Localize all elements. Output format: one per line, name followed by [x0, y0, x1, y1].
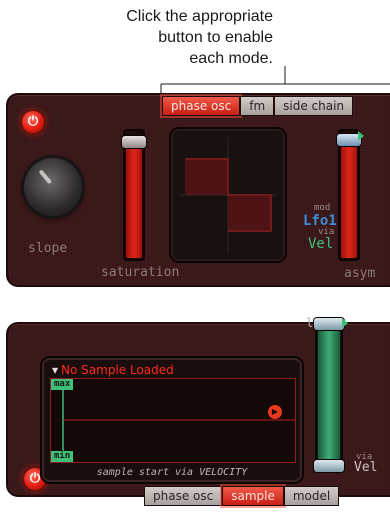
mode-tabs: phase osc sample model — [144, 486, 340, 506]
layer-bottom-handle[interactable] — [314, 460, 344, 472]
saturation-handle[interactable] — [122, 136, 146, 148]
asym-fill — [341, 140, 357, 258]
max-marker[interactable]: max — [51, 379, 74, 390]
sample-start-caption: sample start via VELOCITY — [96, 467, 248, 478]
instruction-caption: Click the appropriate button to enable e… — [33, 6, 273, 69]
via-source[interactable]: Vel — [308, 236, 333, 252]
tab-side-chain[interactable]: side chain — [274, 96, 354, 116]
knob-pointer — [38, 169, 52, 185]
sample-display: ▾ No Sample Loaded max min ▶ sample start… — [42, 358, 302, 482]
tab-phase-osc[interactable]: phase osc — [162, 96, 241, 116]
mode-tabs: phase osc fm side chain — [162, 96, 354, 116]
tab-sample[interactable]: sample — [222, 486, 284, 506]
sample-title[interactable]: ▾ No Sample Loaded — [52, 363, 174, 377]
slope-knob[interactable] — [24, 158, 82, 216]
caption-line-1: Click the appropriate — [126, 8, 273, 25]
play-arrow-icon[interactable]: ▶ — [268, 405, 282, 419]
tab-fm[interactable]: fm — [240, 96, 275, 116]
waveform-graph — [179, 137, 277, 253]
layer-slider[interactable] — [314, 318, 344, 472]
dropdown-arrow-icon[interactable]: ▾ — [52, 363, 58, 377]
sample-name: No Sample Loaded — [61, 363, 174, 377]
asym-label: asym — [344, 266, 376, 281]
layer-top-handle[interactable] — [314, 318, 344, 330]
layer-fill — [318, 328, 340, 462]
phase-osc-panel: ⏻ phase osc fm side chain slope saturati… — [6, 93, 390, 287]
via-source[interactable]: Vel — [354, 460, 377, 475]
tab-phase-osc[interactable]: phase osc — [144, 486, 223, 506]
sample-lines — [62, 383, 295, 458]
saturation-fill — [126, 142, 142, 258]
mod-label: mod — [314, 203, 331, 213]
slope-label: slope — [28, 241, 68, 256]
saturation-slider[interactable] — [122, 129, 146, 261]
power-icon[interactable]: ⏻ — [22, 111, 44, 133]
caption-line-2: button to enable — [158, 29, 273, 46]
tab-model[interactable]: model — [283, 486, 340, 506]
mod-arrow-icon — [358, 131, 364, 141]
waveform-display — [171, 129, 285, 261]
asym-slider[interactable] — [337, 129, 361, 261]
sample-waveform-area[interactable]: max min — [50, 378, 296, 463]
min-marker[interactable]: min — [51, 451, 74, 462]
saturation-label: saturation — [101, 265, 180, 280]
caption-line-3: each mode. — [189, 50, 273, 67]
layer-arrow-icon — [342, 318, 348, 328]
